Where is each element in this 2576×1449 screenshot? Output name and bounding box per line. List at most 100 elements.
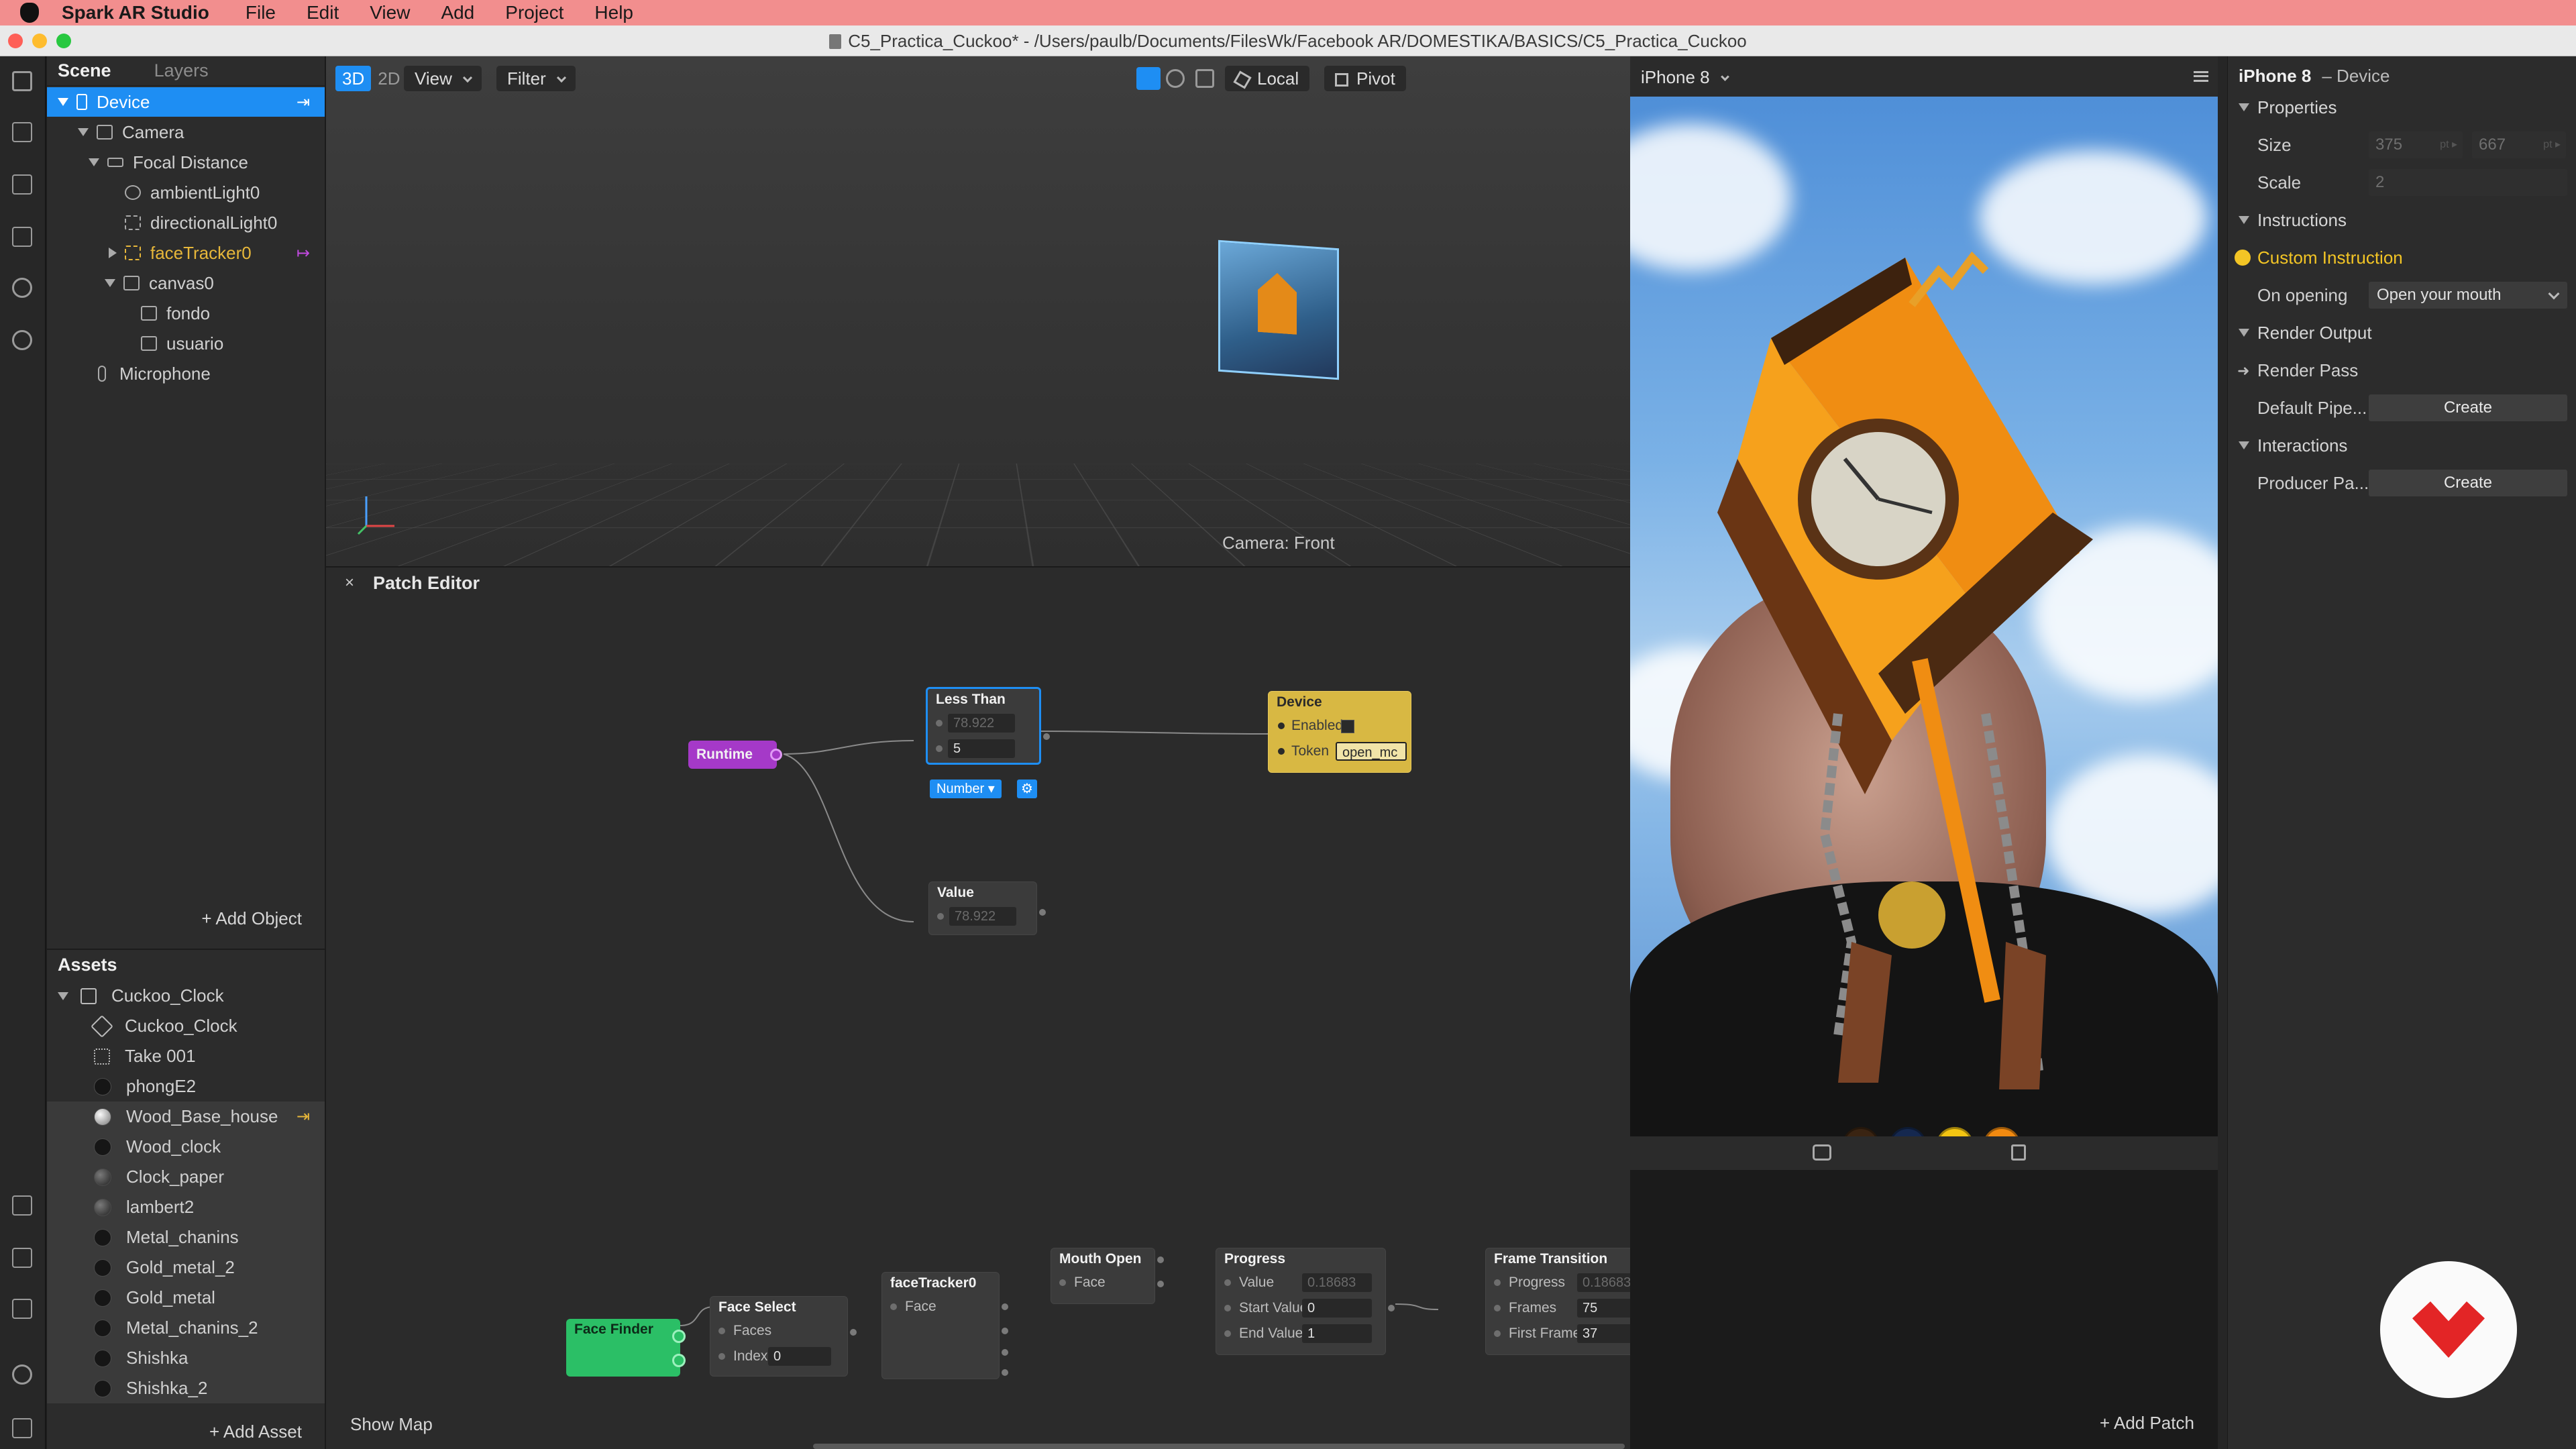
runtime-patch[interactable]: Runtime (688, 741, 782, 769)
stop-icon[interactable] (12, 227, 32, 247)
input-port[interactable] (1224, 1330, 1231, 1337)
local-toggle-button[interactable]: Local (1225, 66, 1310, 91)
asset-item-metal-chanins[interactable]: Metal_chanins (47, 1222, 325, 1252)
input-port[interactable] (718, 1328, 725, 1334)
input-port[interactable] (1059, 1279, 1066, 1286)
asset-item-metal-chanins-2[interactable]: Metal_chanins_2 (47, 1313, 325, 1343)
frame-progress-field[interactable]: 0.18683 (1577, 1273, 1630, 1292)
frames-field[interactable]: 75 (1577, 1299, 1630, 1318)
face-tracker-patch[interactable]: faceTracker0 Face (881, 1272, 1008, 1379)
instructions-section[interactable]: Instructions (2228, 201, 2576, 239)
output-port[interactable] (1002, 1303, 1008, 1310)
device-dropdown[interactable]: iPhone 8 (1641, 67, 1729, 88)
index-field[interactable]: 0 (768, 1347, 831, 1366)
output-port[interactable] (1002, 1328, 1008, 1334)
rotate-device-icon[interactable] (2011, 1144, 2026, 1161)
progress-patch[interactable]: Progress Value 0.18683 Start Value 0 End V… (1216, 1248, 1395, 1355)
input-port[interactable] (1224, 1305, 1231, 1311)
pause-icon[interactable] (12, 174, 32, 195)
create-producer-button[interactable]: Create (2369, 470, 2567, 496)
expand-caret-icon[interactable] (2239, 103, 2249, 111)
add-object-button[interactable]: + Add Object (47, 908, 325, 929)
menu-icon[interactable] (2194, 71, 2208, 82)
scene-item-face-tracker[interactable]: faceTracker0 ↦ (47, 238, 325, 268)
expand-caret-icon[interactable] (2239, 329, 2249, 337)
input-port[interactable] (890, 1303, 897, 1310)
face-finder-patch[interactable]: Face Finder (566, 1319, 686, 1377)
menu-help[interactable]: Help (594, 2, 633, 23)
apple-icon[interactable] (20, 3, 39, 23)
on-opening-select[interactable]: Open your mouth (2369, 282, 2567, 309)
token-field[interactable]: open_mc (1336, 742, 1407, 761)
menu-add[interactable]: Add (441, 2, 474, 23)
output-port[interactable] (1157, 1256, 1164, 1263)
scale-tool-icon[interactable] (1195, 69, 1214, 88)
value-patch[interactable]: Value 78.922 (928, 881, 1046, 935)
gear-icon[interactable]: ⚙ (1017, 780, 1037, 798)
menu-file[interactable]: File (246, 2, 276, 23)
input-port[interactable] (936, 720, 943, 727)
first-frame-field[interactable]: 37 (1577, 1324, 1630, 1343)
scene-item-fondo[interactable]: fondo (47, 299, 325, 328)
input-port[interactable] (1494, 1305, 1501, 1311)
interactions-section[interactable]: Interactions (2228, 427, 2576, 464)
color-swatch[interactable] (1889, 1127, 1927, 1136)
start-value-field[interactable]: 0 (1302, 1299, 1372, 1318)
expand-caret-icon[interactable] (58, 991, 68, 1000)
asset-item-gold-metal[interactable]: Gold_metal (47, 1283, 325, 1313)
scene-item-ambient-light[interactable]: ambientLight0 (47, 178, 325, 207)
frame-transition-patch[interactable]: Frame Transition Progress 0.18683 Frames 7… (1485, 1248, 1630, 1355)
color-swatch[interactable] (1983, 1127, 2021, 1136)
output-port[interactable] (770, 749, 782, 761)
asset-item-shishka[interactable]: Shishka (47, 1343, 325, 1373)
output-port[interactable] (1002, 1369, 1008, 1376)
screenshot-icon[interactable] (1813, 1144, 1831, 1161)
horizontal-scrollbar[interactable] (813, 1444, 1625, 1449)
less-than-input-1[interactable]: 78.922 (948, 714, 1015, 733)
custom-instruction-row[interactable]: Custom Instruction (2228, 239, 2576, 276)
view-dropdown[interactable]: View (404, 66, 482, 91)
value-field[interactable]: 78.922 (949, 907, 1016, 926)
output-port[interactable] (1039, 909, 1046, 916)
app-menu[interactable]: Spark AR Studio (62, 2, 209, 23)
console-icon[interactable] (12, 1418, 32, 1438)
input-port[interactable] (1277, 747, 1286, 756)
move-tool-icon[interactable] (1136, 67, 1161, 90)
scene-item-focal-distance[interactable]: Focal Distance (47, 148, 325, 177)
menu-view[interactable]: View (370, 2, 410, 23)
rotate-tool-icon[interactable] (1166, 69, 1185, 88)
enabled-checkbox[interactable] (1341, 720, 1354, 733)
tab-layers[interactable]: Layers (154, 60, 209, 81)
add-asset-button[interactable]: + Add Asset (47, 1421, 325, 1442)
asset-item-wood-clock[interactable]: Wood_clock (47, 1132, 325, 1162)
end-value-field[interactable]: 1 (1302, 1324, 1372, 1343)
bug-icon[interactable] (12, 1364, 32, 1385)
mode-3d-button[interactable]: 3D (335, 66, 372, 91)
input-port[interactable] (937, 913, 944, 920)
type-selector-button[interactable]: Number ▾ (930, 780, 1002, 798)
color-swatch[interactable] (1842, 1127, 1880, 1136)
test-on-device-icon[interactable] (12, 1248, 32, 1268)
show-map-button[interactable]: Show Map (350, 1414, 433, 1435)
filter-dropdown[interactable]: Filter (496, 66, 576, 91)
panel-divider[interactable] (2218, 56, 2227, 1449)
size-height-input[interactable]: 667 (2472, 131, 2566, 158)
face-select-patch[interactable]: Face Select Faces Index 0 (710, 1296, 857, 1377)
render-output-section[interactable]: Render Output (2228, 314, 2576, 352)
output-port[interactable] (672, 1354, 686, 1367)
patch-editor[interactable]: × Patch Editor Runtime Less Than 78.922 … (326, 566, 1630, 1449)
input-port[interactable] (718, 1353, 725, 1360)
device-patch[interactable]: Device Enabled Token open_mc (1268, 691, 1411, 773)
output-port[interactable] (1043, 733, 1050, 740)
scene-item-canvas[interactable]: canvas0 (47, 268, 325, 298)
asset-item-wood-base-house[interactable]: Wood_Base_house ⇥ (47, 1102, 325, 1132)
tab-scene[interactable]: Scene (58, 60, 111, 81)
expand-caret-icon[interactable] (2239, 441, 2249, 449)
mode-2d-button[interactable]: 2D (371, 66, 407, 91)
asset-item-lambert2[interactable]: lambert2 (47, 1192, 325, 1222)
mouth-open-patch[interactable]: Mouth Open Face (1051, 1248, 1164, 1304)
refresh-icon[interactable] (12, 278, 32, 298)
upload-icon[interactable] (12, 1299, 32, 1319)
output-port[interactable] (1388, 1305, 1395, 1311)
canvas-object-preview[interactable] (1218, 239, 1339, 380)
